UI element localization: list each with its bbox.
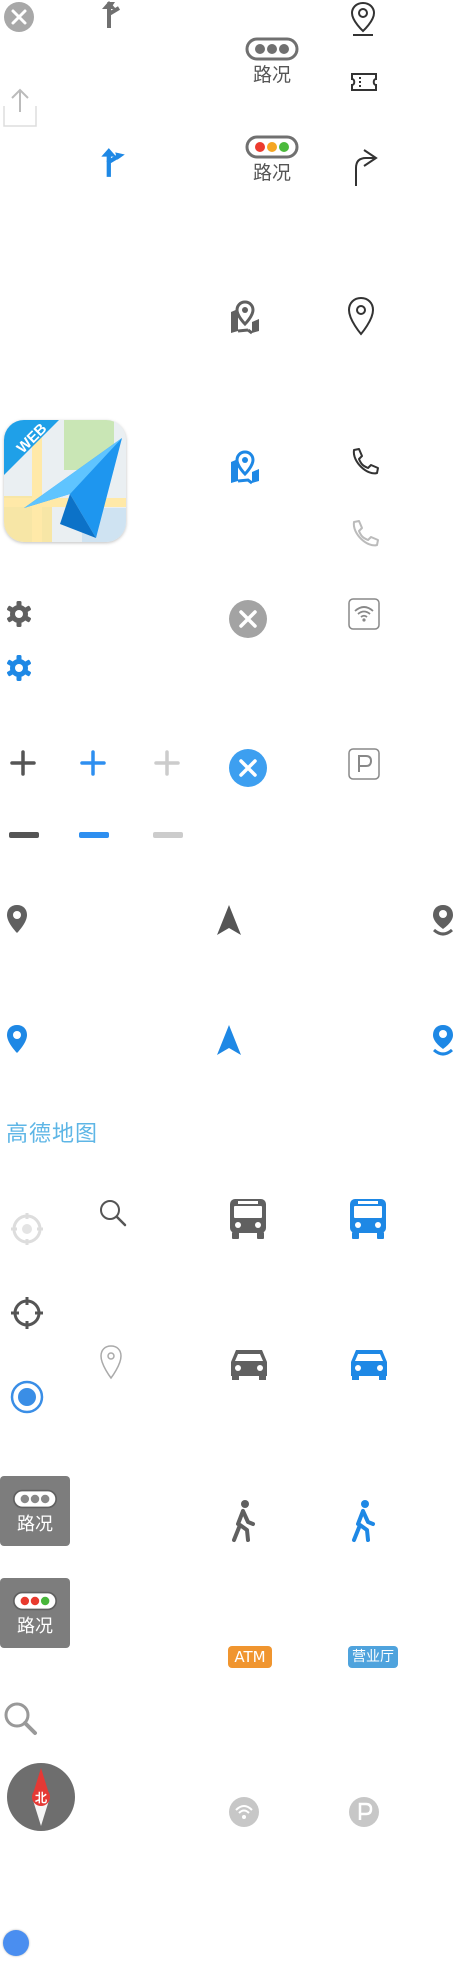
traffic-icon-color[interactable]: 路况: [244, 134, 300, 190]
map-pin-icon-gray: [228, 300, 262, 335]
traffic-label: 路况: [17, 1514, 53, 1535]
parking-icon-circle: [348, 1796, 380, 1828]
location-pin-icon-gray: [6, 904, 28, 934]
zoom-out-icon-gray[interactable]: [9, 832, 39, 838]
map-pin-icon-blue: [228, 450, 262, 485]
turn-right-icon: [348, 146, 382, 186]
traffic-icon-gray[interactable]: 路况: [244, 36, 300, 92]
traffic-label: 路况: [252, 162, 291, 184]
user-pin-icon-blue: [432, 1024, 454, 1056]
locate-icon-disabled: [10, 1212, 44, 1246]
app-icon[interactable]: WEB: [4, 420, 126, 542]
compass-icon[interactable]: 北: [6, 1762, 76, 1832]
zoom-out-icon-blue[interactable]: [79, 832, 109, 838]
location-pin-icon: [347, 296, 375, 336]
zoom-in-icon-gray[interactable]: [10, 750, 36, 776]
wifi-icon: [348, 598, 380, 630]
locate-icon-gray[interactable]: [10, 1296, 44, 1330]
zoom-in-icon-blue[interactable]: [80, 750, 106, 776]
atm-tag: ATM: [228, 1646, 272, 1668]
bus-icon-blue[interactable]: [348, 1198, 388, 1240]
traffic-label: 路况: [252, 64, 291, 86]
car-icon-blue[interactable]: [348, 1346, 390, 1380]
traffic-button-off[interactable]: 路况: [0, 1476, 70, 1546]
current-location-dot: [3, 1930, 29, 1956]
turn-left-icon: [99, 0, 129, 30]
search-icon-small[interactable]: [98, 1198, 128, 1228]
zoom-in-icon-disabled: [154, 750, 180, 776]
wifi-icon-circle: [228, 1796, 260, 1828]
bus-icon-gray[interactable]: [228, 1198, 268, 1240]
location-pin-icon-outline-light: [98, 1344, 124, 1380]
phone-icon[interactable]: [348, 446, 380, 478]
walk-icon-gray[interactable]: [228, 1500, 258, 1542]
location-pin-icon-blue: [6, 1024, 28, 1054]
user-pin-icon-gray: [432, 904, 454, 936]
search-icon[interactable]: [2, 1700, 38, 1736]
location-pin-outline-icon: [348, 0, 378, 38]
business-hall-tag: 营业厅: [348, 1646, 398, 1668]
traffic-button-on[interactable]: 路况: [0, 1578, 70, 1648]
compass-label: 北: [34, 1791, 47, 1805]
settings-icon-blue[interactable]: [5, 654, 33, 682]
settings-icon-gray[interactable]: [5, 600, 33, 628]
share-icon[interactable]: [0, 86, 40, 128]
turn-left-icon-blue: [96, 146, 128, 180]
parking-icon: [348, 748, 380, 780]
traffic-label: 路况: [17, 1616, 53, 1637]
close-icon-gray[interactable]: [228, 599, 268, 639]
ticket-icon: [349, 70, 379, 94]
locate-icon-blue[interactable]: [10, 1380, 44, 1414]
car-icon-gray[interactable]: [228, 1346, 270, 1380]
navigation-arrow-icon-gray: [216, 904, 242, 936]
phone-icon-disabled: [348, 518, 380, 550]
zoom-out-icon-disabled: [153, 832, 183, 838]
navigation-arrow-icon-blue: [216, 1024, 242, 1056]
brand-logo-text: 高德地图: [6, 1122, 99, 1147]
close-icon[interactable]: [3, 1, 35, 33]
walk-icon-blue[interactable]: [348, 1500, 378, 1542]
close-icon-blue[interactable]: [228, 748, 268, 788]
